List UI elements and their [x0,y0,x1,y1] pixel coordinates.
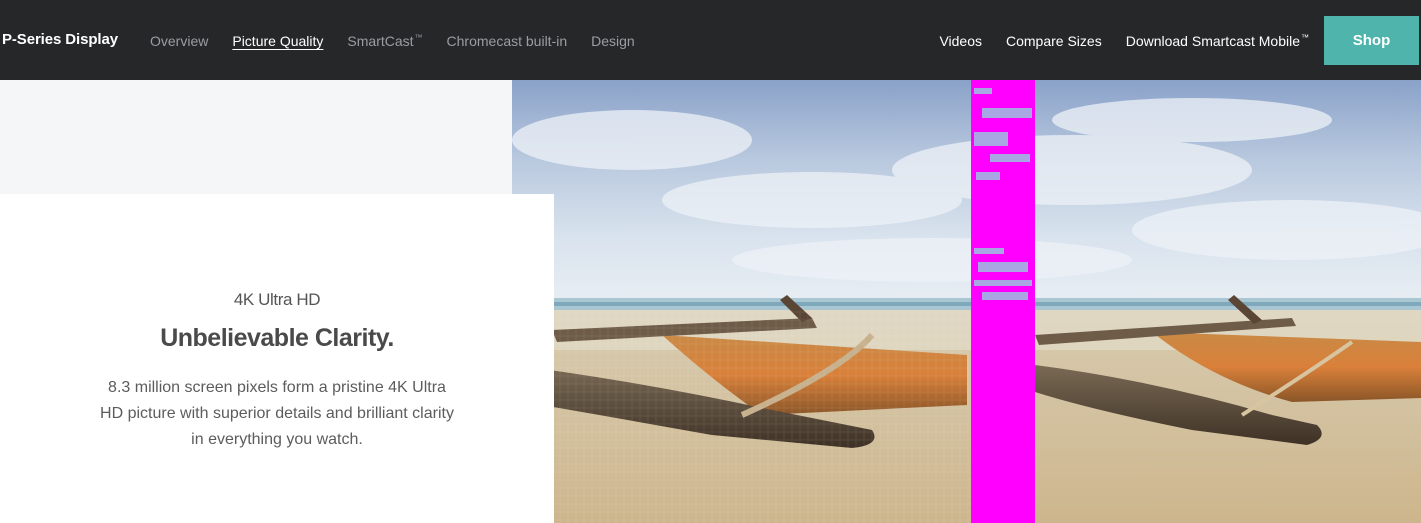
nav-link-download-app[interactable]: Download Smartcast Mobile™ [1126,33,1309,49]
nav-link-videos[interactable]: Videos [939,33,982,49]
comparison-divider [971,80,1035,523]
section-nav: Overview Picture Quality SmartCast™ Chro… [150,33,635,49]
feature-card: 4K Ultra HD Unbelievable Clarity. 8.3 mi… [0,194,554,523]
feature-description: 8.3 million screen pixels form a pristin… [100,379,454,448]
nav-link-compare-sizes[interactable]: Compare Sizes [1006,33,1102,49]
nav-link-chromecast[interactable]: Chromecast built-in [447,33,568,49]
trademark-mark: ™ [1301,33,1309,42]
feature-headline: Unbelievable Clarity. [160,324,394,352]
shop-button[interactable]: Shop [1324,16,1419,65]
picture-comparison-image [512,80,1421,523]
trademark-mark: ™ [414,33,423,42]
boat-low-res [512,295,971,523]
brand-title[interactable]: P-Series Display [2,31,118,48]
nav-link-design[interactable]: Design [591,33,635,49]
top-nav: P-Series Display Overview Picture Qualit… [0,0,1421,80]
utility-nav: Videos Compare Sizes Download Smartcast … [939,33,1309,49]
nav-link-smartcast[interactable]: SmartCast™ [347,33,422,49]
nav-link-picture-quality[interactable]: Picture Quality [232,33,323,49]
nav-link-overview[interactable]: Overview [150,33,208,49]
feature-eyebrow: 4K Ultra HD [233,290,321,309]
